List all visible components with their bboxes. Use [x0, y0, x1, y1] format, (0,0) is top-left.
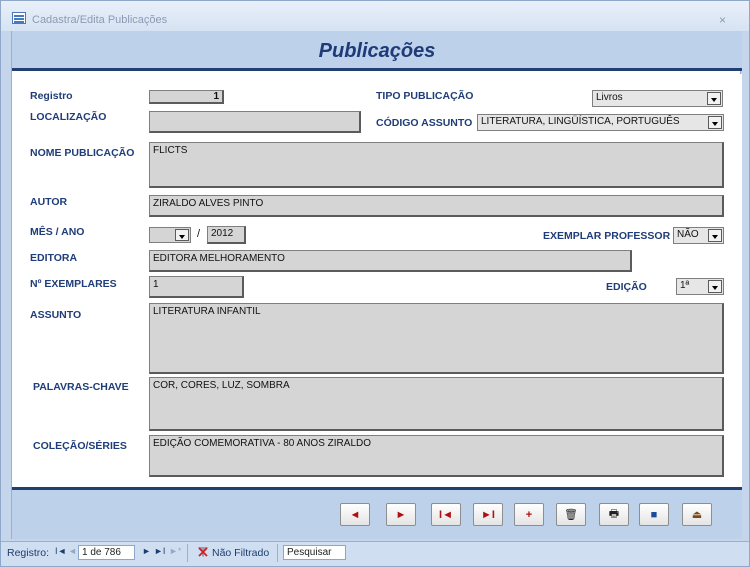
divider	[187, 544, 188, 562]
exemplar-professor-combo[interactable]: NÃO	[673, 227, 724, 244]
codigo-assunto-combo[interactable]: LITERATURA, LINGÜÍSTICA, PORTUGUÊS	[477, 114, 724, 131]
publication-form: Publicações Registro 1 TIPO PUBLICAÇÃO L…	[11, 31, 742, 539]
previous-record-nav-icon[interactable]: ◄	[68, 546, 77, 556]
form-header: Publicações	[12, 31, 742, 71]
codigo-assunto-label: CÓDIGO ASSUNTO	[376, 117, 473, 129]
first-icon: I◄	[439, 508, 453, 521]
new-record-button[interactable]: +	[514, 503, 544, 526]
chevron-down-icon[interactable]	[708, 116, 722, 129]
tipo-publicacao-combo[interactable]: Livros	[592, 90, 723, 107]
current-record-field[interactable]: 1 de 786	[78, 545, 135, 560]
exemplar-professor-label: EXEMPLAR PROFESSOR	[543, 230, 671, 242]
last-record-button[interactable]: ►I	[473, 503, 503, 526]
date-separator: /	[197, 228, 201, 240]
editora-field[interactable]: EDITORA MELHORAMENTO	[149, 250, 632, 272]
edicao-value: 1ª	[680, 280, 690, 291]
next-record-button[interactable]: ►	[386, 503, 416, 526]
first-record-nav-icon[interactable]: I◄	[55, 546, 66, 556]
record-navigation-bar: Registro: I◄ ◄ 1 de 786 ► ►I ►* Não Filt…	[1, 541, 749, 566]
palavras-chave-field[interactable]: COR, CORES, LUZ, SOMBRA	[149, 377, 724, 431]
no-filter-icon	[198, 547, 208, 557]
exit-door-icon: ⏏	[691, 509, 703, 521]
title-bar: Cadastra/Edita Publicações ×	[1, 1, 749, 31]
assunto-label: ASSUNTO	[30, 309, 82, 321]
colecao-series-label: COLEÇÃO/SÉRIES	[33, 440, 127, 452]
n-exemplares-field[interactable]: 1	[149, 276, 244, 298]
exemplar-professor-value: NÃO	[677, 229, 699, 240]
plus-icon: +	[525, 508, 533, 521]
access-form-window: Cadastra/Edita Publicações × Publicações…	[0, 0, 750, 567]
record-label: Registro:	[7, 547, 50, 559]
first-record-button[interactable]: I◄	[431, 503, 461, 526]
palavras-chave-label: PALAVRAS-CHAVE	[33, 381, 129, 393]
filter-status[interactable]: Não Filtrado	[212, 547, 269, 559]
registro-label: Registro	[30, 90, 73, 102]
form-heading: Publicações	[318, 40, 436, 62]
last-record-nav-icon[interactable]: ►I	[154, 546, 165, 556]
chevron-down-icon[interactable]	[707, 92, 721, 105]
triangle-right-icon: ►	[395, 508, 407, 521]
triangle-left-icon: ◄	[349, 508, 361, 521]
print-button[interactable]: 🖶	[599, 503, 629, 526]
disk-icon: ■	[650, 508, 658, 521]
autor-label: AUTOR	[30, 196, 68, 208]
chevron-down-icon[interactable]	[708, 280, 722, 293]
ano-field[interactable]: 2012	[207, 226, 246, 244]
editora-label: EDITORA	[30, 252, 78, 264]
form-footer: ◄ ► I◄ ►I + 🗑 🖶 ■ ⏏	[12, 487, 742, 539]
autor-field[interactable]: ZIRALDO ALVES PINTO	[149, 195, 724, 217]
delete-record-button[interactable]: 🗑	[556, 503, 586, 526]
new-record-nav-icon[interactable]: ►*	[169, 546, 181, 556]
window-title: Cadastra/Edita Publicações	[32, 14, 168, 26]
search-input[interactable]: Pesquisar	[283, 545, 346, 560]
codigo-assunto-value: LITERATURA, LINGÜÍSTICA, PORTUGUÊS	[481, 116, 680, 127]
n-exemplares-label: Nº EXEMPLARES	[30, 278, 117, 290]
colecao-series-field[interactable]: EDIÇÃO COMEMORATIVA - 80 ANOS ZIRALDO	[149, 435, 724, 477]
assunto-field[interactable]: LITERATURA INFANTIL	[149, 303, 724, 374]
form-icon	[12, 12, 26, 24]
nome-publicacao-field[interactable]: FLICTS	[149, 142, 724, 188]
tipo-publicacao-label: TIPO PUBLICAÇÃO	[376, 90, 474, 102]
edicao-combo[interactable]: 1ª	[676, 278, 724, 295]
tipo-publicacao-value: Livros	[596, 92, 623, 103]
chevron-down-icon[interactable]	[708, 229, 722, 242]
exit-button[interactable]: ⏏	[682, 503, 712, 526]
edicao-label: EDIÇÃO	[606, 281, 647, 293]
chevron-down-icon[interactable]	[175, 229, 189, 241]
mes-ano-label: MÊS / ANO	[30, 226, 85, 238]
close-icon[interactable]: ×	[719, 13, 726, 27]
localizacao-label: LOCALIZAÇÃO	[30, 111, 107, 123]
localizacao-field[interactable]	[149, 111, 361, 133]
next-record-nav-icon[interactable]: ►	[142, 546, 151, 556]
trash-icon: 🗑	[564, 509, 578, 521]
registro-field[interactable]: 1	[149, 90, 224, 104]
printer-icon: 🖶	[608, 508, 620, 520]
last-icon: ►I	[481, 508, 495, 521]
mes-combo[interactable]	[149, 227, 191, 243]
previous-record-button[interactable]: ◄	[340, 503, 370, 526]
form-detail: Registro 1 TIPO PUBLICAÇÃO Livros LOCALI…	[12, 74, 742, 487]
save-button[interactable]: ■	[639, 503, 669, 526]
nome-publicacao-label: NOME PUBLICAÇÃO	[30, 147, 135, 159]
divider	[277, 544, 278, 562]
